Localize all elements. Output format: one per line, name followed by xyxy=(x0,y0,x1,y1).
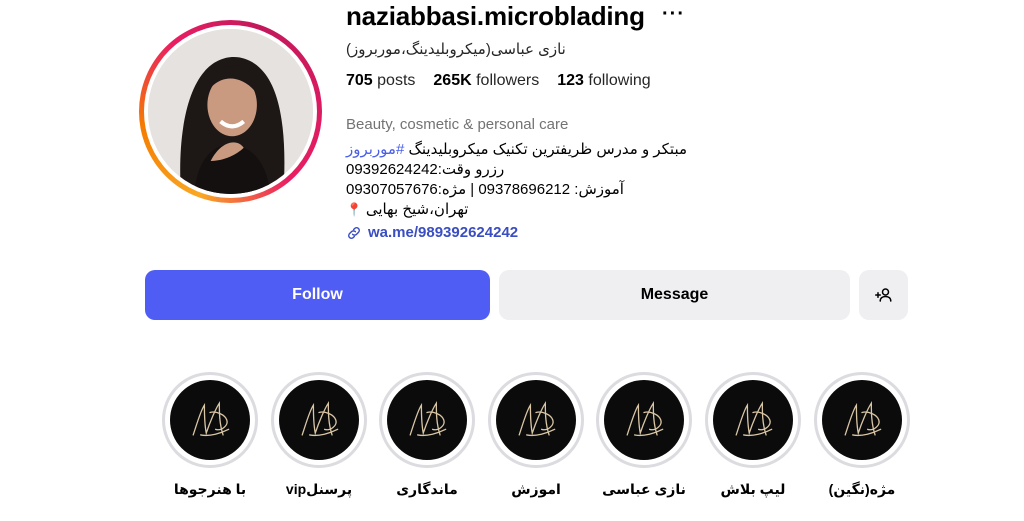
follow-button[interactable]: Follow xyxy=(145,270,490,320)
highlight-label: مژه(نگین) xyxy=(828,481,896,497)
profile-external-link[interactable]: wa.me/989392624242 xyxy=(346,224,518,241)
more-options-ellipsis-icon[interactable]: ··· xyxy=(662,4,685,24)
highlight-label: با هنرجوها xyxy=(173,481,247,497)
highlight-cover xyxy=(822,380,902,460)
highlight-monogram-logo xyxy=(192,401,230,437)
following-label: following xyxy=(588,72,651,89)
highlight-label: پرسنلvip xyxy=(285,481,353,497)
highlight-cover xyxy=(713,380,793,460)
avatar xyxy=(148,29,313,194)
bio-line-2: رزرو وقت:09392624242 xyxy=(346,161,505,178)
bio-line-1-text: مبتکر و مدرس ظریفترین تکنیک میکروبلیدینگ xyxy=(404,141,688,158)
highlight-cover xyxy=(279,380,359,460)
highlight-item[interactable]: لیپ بلاش xyxy=(703,372,803,498)
posts-label: posts xyxy=(377,72,416,89)
pin-icon: 📍 xyxy=(346,202,366,217)
highlight-cover xyxy=(496,380,576,460)
highlight-cover xyxy=(170,380,250,460)
bio-line-4: تهران،شیخ بهایی 📍 xyxy=(346,200,687,220)
bio-line-3: آموزش: 09378696212 | مژه:09307057676 xyxy=(346,181,624,198)
highlight-item[interactable]: نازی عباسی xyxy=(594,372,694,498)
highlight-monogram-logo xyxy=(409,401,447,437)
profile-link-text: wa.me/989392624242 xyxy=(368,224,519,241)
bio-hashtag-link[interactable]: #موربروز xyxy=(346,141,404,158)
highlight-item[interactable]: مژه(نگین) xyxy=(812,372,912,498)
highlight-monogram-logo xyxy=(518,401,556,437)
highlight-monogram-logo xyxy=(844,401,882,437)
highlight-item[interactable]: ماندگاری xyxy=(377,372,477,498)
following-value: 123 xyxy=(557,72,584,89)
posts-value: 705 xyxy=(346,72,373,89)
highlight-label: لیپ بلاش xyxy=(720,481,786,497)
highlight-cover-ring[interactable] xyxy=(705,372,801,468)
highlight-cover xyxy=(387,380,467,460)
highlight-cover-ring[interactable] xyxy=(488,372,584,468)
profile-username: naziabbasi.microblading xyxy=(346,1,645,31)
highlight-monogram-logo xyxy=(301,401,339,437)
posts-count: 705 posts xyxy=(346,72,415,90)
highlight-monogram-logo xyxy=(735,401,773,437)
avatar-photo xyxy=(148,29,313,194)
highlight-label: نازی عباسی xyxy=(602,481,686,497)
followers-value: 265K xyxy=(433,72,472,89)
bio-line-1: مبتکر و مدرس ظریفترین تکنیک میکروبلیدینگ… xyxy=(346,140,687,160)
followers-count[interactable]: 265K followers xyxy=(433,72,539,90)
message-button[interactable]: Message xyxy=(499,270,850,320)
avatar-inner xyxy=(144,25,317,198)
add-user-icon xyxy=(874,288,891,302)
highlight-item[interactable]: پرسنلvip xyxy=(269,372,369,498)
profile-full-name: نازی عباسی(میکروبلیدینگ،موربروز) xyxy=(346,41,566,58)
highlight-cover-ring[interactable] xyxy=(596,372,692,468)
profile-category: Beauty, cosmetic & personal care xyxy=(346,116,569,133)
highlight-cover-ring[interactable] xyxy=(814,372,910,468)
profile-avatar-ring[interactable] xyxy=(139,20,322,203)
profile-bio: مبتکر و مدرس ظریفترین تکنیک میکروبلیدینگ… xyxy=(346,140,687,220)
highlight-cover-ring[interactable] xyxy=(162,372,258,468)
bio-line-4-text: تهران،شیخ بهایی xyxy=(365,201,469,218)
highlight-label: اموزش xyxy=(511,481,561,497)
highlight-monogram-logo xyxy=(626,401,664,437)
link-icon xyxy=(348,226,360,239)
highlight-cover-ring[interactable] xyxy=(379,372,475,468)
highlight-cover-ring[interactable] xyxy=(271,372,367,468)
profile-stats: 705 posts 265K followers 123 following xyxy=(346,72,651,90)
suggested-users-button[interactable] xyxy=(859,270,908,320)
highlight-cover xyxy=(604,380,684,460)
highlight-item[interactable]: با هنرجوها xyxy=(160,372,260,498)
following-count[interactable]: 123 following xyxy=(557,72,650,90)
highlight-label: ماندگاری xyxy=(396,481,458,497)
highlight-item[interactable]: اموزش xyxy=(486,372,586,498)
followers-label: followers xyxy=(476,72,540,89)
